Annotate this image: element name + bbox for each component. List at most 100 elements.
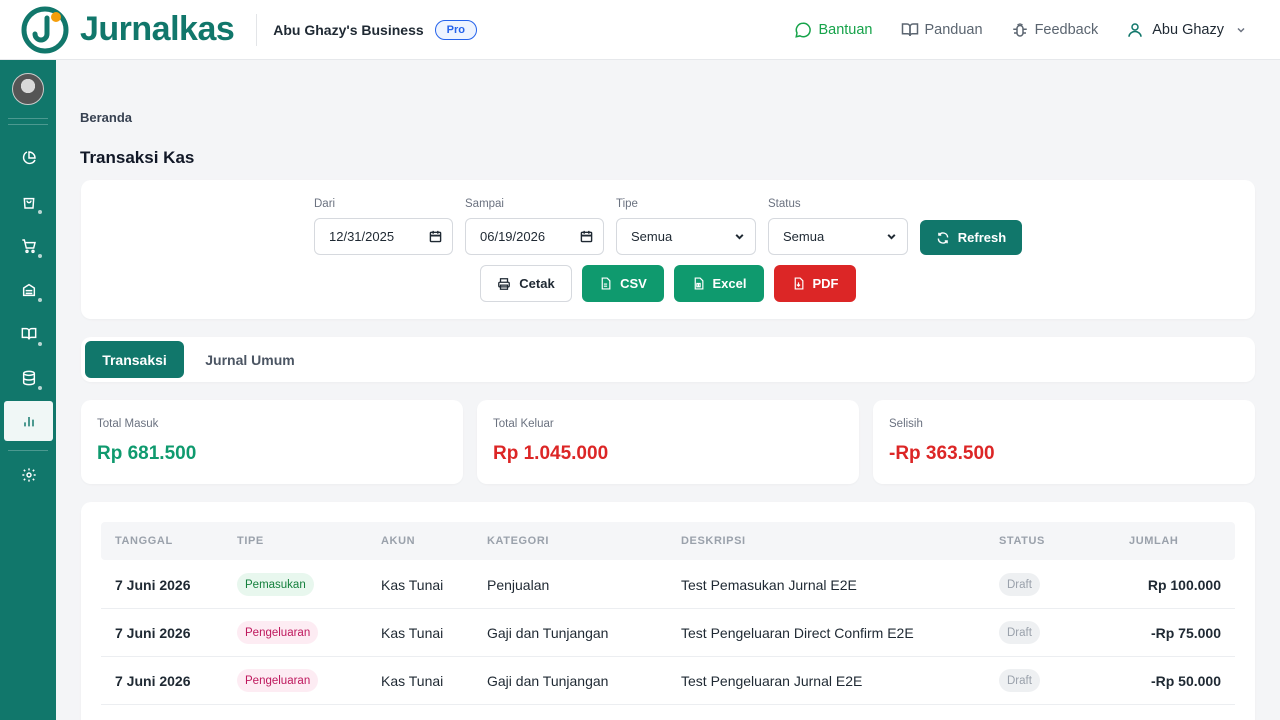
sidebar-divider	[8, 118, 48, 119]
gear-icon	[21, 467, 37, 483]
from-date-value: 12/31/2025	[329, 229, 395, 244]
business-selector[interactable]: Abu Ghazy's Business Pro	[273, 19, 477, 40]
sidebar-item-sales[interactable]	[4, 182, 53, 222]
type-label: Tipe	[616, 198, 638, 210]
to-date-value: 06/19/2026	[480, 229, 546, 244]
tab-transaksi[interactable]: Transaksi	[85, 341, 184, 378]
logo-icon	[20, 5, 70, 55]
from-label: Dari	[314, 198, 336, 210]
divider	[256, 13, 258, 46]
stat-value: Rp 1.045.000	[493, 443, 609, 464]
filter-panel: Dari 12/31/2025 Sampai 06/19/2026 Tipe S…	[81, 180, 1255, 319]
stat-card-total-in: Total Masuk Rp 681.500	[81, 400, 463, 484]
refresh-label: Refresh	[957, 230, 1007, 245]
sidebar-item-dashboard[interactable]	[4, 138, 53, 178]
sidebar-item-inventory[interactable]	[4, 270, 53, 310]
cell-account: Kas Tunai	[381, 577, 444, 593]
pie-chart-icon	[21, 150, 37, 166]
stat-value: -Rp 363.500	[889, 443, 995, 464]
calendar-icon	[580, 230, 593, 243]
status-label: Status	[768, 198, 801, 210]
chevron-down-icon	[1236, 25, 1246, 35]
guide-label: Panduan	[924, 22, 983, 38]
column-header-account[interactable]: AKUN	[381, 535, 415, 547]
bar-chart-icon	[21, 413, 37, 429]
status-select[interactable]: Semua	[768, 218, 908, 255]
stat-card-difference: Selisih -Rp 363.500	[873, 400, 1255, 484]
sidebar-item-settings[interactable]	[4, 455, 53, 495]
sidebar	[0, 60, 56, 720]
column-header-amount[interactable]: JUMLAH	[1129, 535, 1178, 547]
submenu-dot	[38, 210, 42, 214]
submenu-dot	[38, 342, 42, 346]
book-open-icon	[901, 21, 925, 39]
user-icon	[1126, 21, 1144, 39]
stat-card-total-out: Total Keluar Rp 1.045.000	[477, 400, 859, 484]
pdf-label: PDF	[812, 276, 839, 291]
calendar-icon	[429, 230, 442, 243]
sidebar-divider	[8, 124, 48, 125]
plan-badge: Pro	[434, 19, 477, 40]
feedback-link[interactable]: Feedback	[1011, 21, 1098, 39]
user-name: Abu Ghazy	[1152, 22, 1224, 38]
table-row[interactable]: 7 Juni 2026 Pemasukan Kas Tunai Penjuala…	[101, 561, 1235, 609]
column-header-category[interactable]: KATEGORI	[487, 535, 549, 547]
file-icon	[599, 277, 620, 290]
print-label: Cetak	[519, 276, 555, 291]
cell-date: 7 Juni 2026	[115, 577, 191, 593]
tab-jurnal-umum[interactable]: Jurnal Umum	[194, 341, 306, 378]
to-label: Sampai	[465, 198, 504, 210]
excel-export-button[interactable]: Excel	[674, 265, 764, 302]
print-button[interactable]: Cetak	[480, 265, 572, 302]
pdf-export-button[interactable]: PDF	[774, 265, 856, 302]
status-badge: Draft	[999, 573, 1040, 596]
cell-description: Test Pemasukan Jurnal E2E	[681, 577, 857, 593]
help-link[interactable]: Bantuan	[794, 21, 873, 39]
type-select[interactable]: Semua	[616, 218, 756, 255]
csv-label: CSV	[620, 276, 647, 291]
table-row[interactable]: 7 Juni 2026 Pengeluaran Kas Tunai Gaji d…	[101, 657, 1235, 705]
table-row[interactable]: 7 Juni 2026 Pengeluaran Kas Tunai Gaji d…	[101, 609, 1235, 657]
sidebar-item-journal[interactable]	[4, 314, 53, 354]
view-tabs: Transaksi Jurnal Umum	[81, 337, 1255, 382]
csv-export-button[interactable]: CSV	[582, 265, 664, 302]
guide-link[interactable]: Panduan	[901, 21, 983, 39]
chat-bubble-icon	[794, 21, 818, 39]
top-nav: Bantuan Panduan Feedback Abu Ghazy	[794, 0, 1280, 60]
submenu-dot	[38, 386, 42, 390]
column-header-date[interactable]: TANGGAL	[115, 535, 173, 547]
shopping-bag-icon	[21, 194, 37, 210]
transactions-table: TANGGAL TIPE AKUN KATEGORI DESKRIPSI STA…	[81, 502, 1255, 720]
bug-icon	[1011, 21, 1035, 39]
business-name: Abu Ghazy's Business	[273, 21, 424, 38]
sidebar-item-purchases[interactable]	[4, 226, 53, 266]
submenu-dot	[38, 298, 42, 302]
database-icon	[21, 370, 37, 386]
refresh-button[interactable]: Refresh	[920, 220, 1022, 255]
chevron-down-icon	[886, 231, 897, 242]
column-header-description[interactable]: DESKRIPSI	[681, 535, 746, 547]
printer-icon	[497, 277, 519, 291]
to-date-input[interactable]: 06/19/2026	[465, 218, 604, 255]
column-header-status[interactable]: STATUS	[999, 535, 1045, 547]
column-header-type[interactable]: TIPE	[237, 535, 264, 547]
cell-category: Gaji dan Tunjangan	[487, 673, 609, 689]
breadcrumb[interactable]: Beranda	[80, 110, 132, 125]
sidebar-item-data[interactable]	[4, 358, 53, 398]
cell-amount: Rp 100.000	[1147, 577, 1221, 593]
sidebar-item-reports[interactable]	[4, 401, 53, 441]
stat-label: Total Masuk	[97, 418, 159, 430]
avatar[interactable]	[12, 73, 44, 105]
type-badge: Pemasukan	[237, 573, 314, 596]
cell-amount: -Rp 50.000	[1150, 673, 1221, 689]
cell-amount: -Rp 75.000	[1150, 625, 1221, 641]
from-date-input[interactable]: 12/31/2025	[314, 218, 453, 255]
cell-category: Penjualan	[487, 577, 550, 593]
brand-logo[interactable]: Jurnalkas	[20, 5, 235, 55]
top-bar: Jurnalkas Abu Ghazy's Business Pro Bantu…	[0, 0, 1280, 60]
type-select-value: Semua	[631, 229, 673, 244]
user-menu[interactable]: Abu Ghazy	[1126, 21, 1246, 39]
cart-icon	[21, 238, 37, 254]
cell-date: 7 Juni 2026	[115, 625, 191, 641]
cell-category: Gaji dan Tunjangan	[487, 625, 609, 641]
